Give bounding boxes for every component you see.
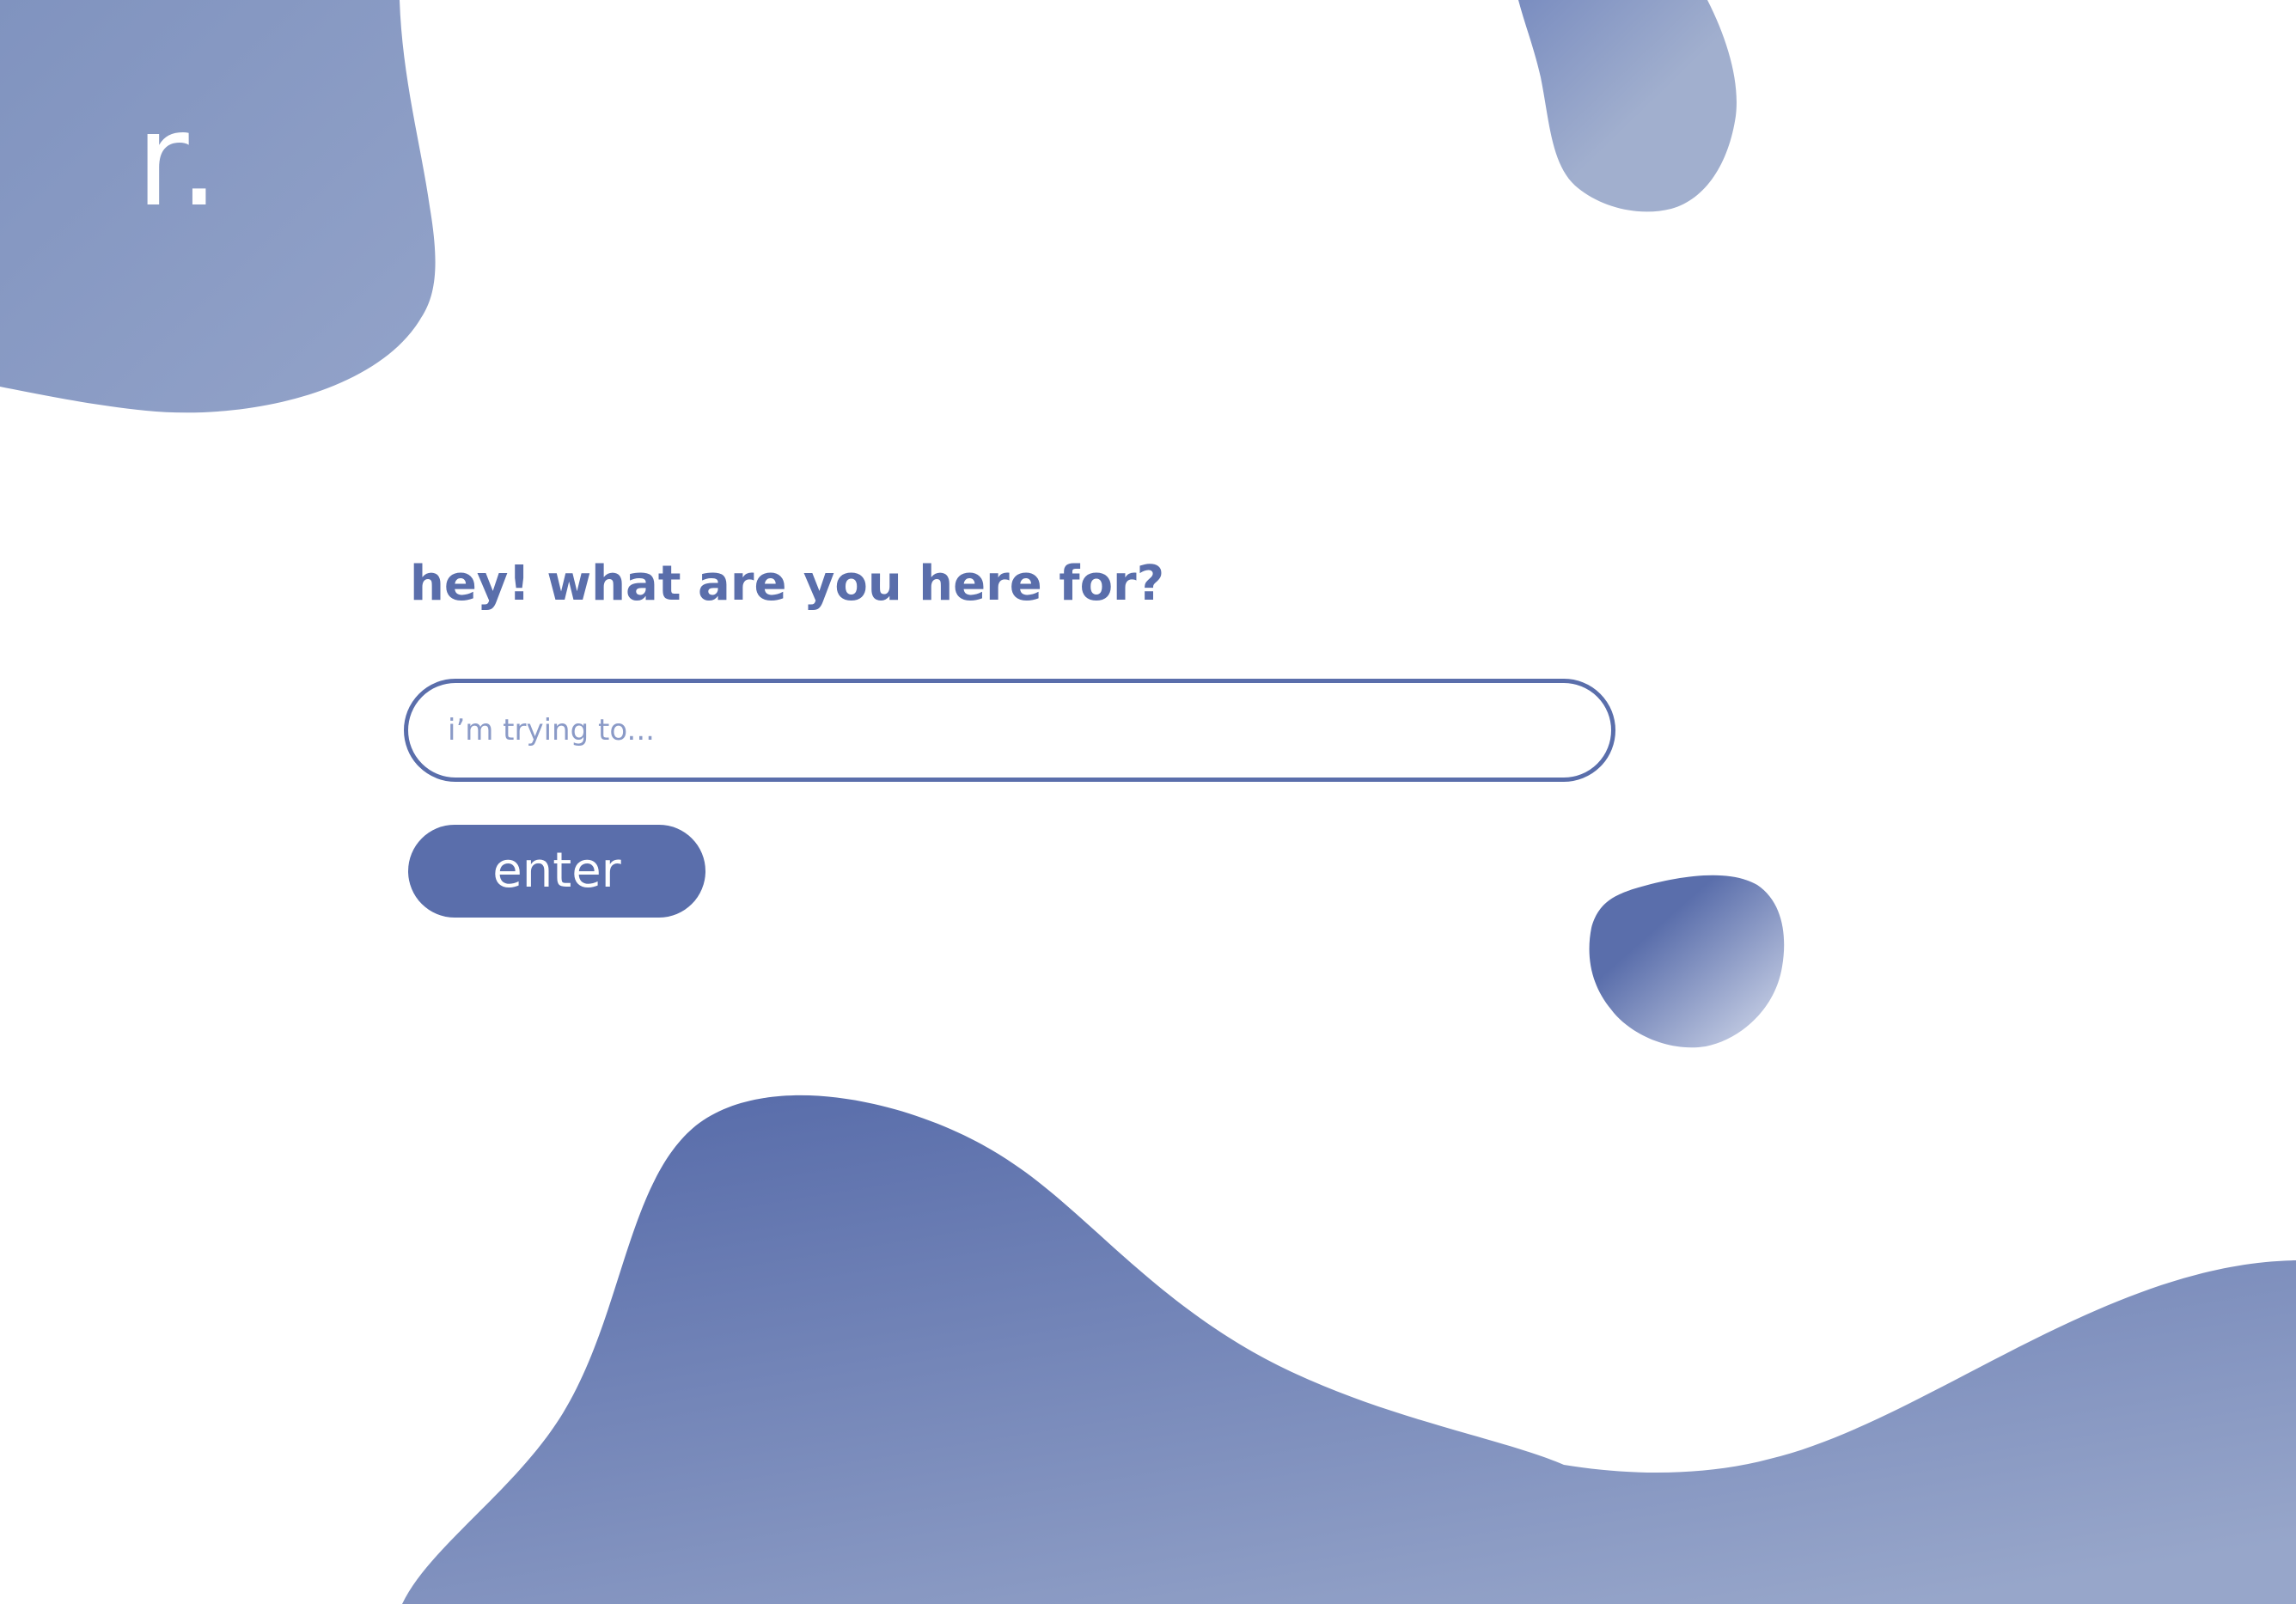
search-field[interactable]	[404, 679, 1615, 782]
bottom-wave	[402, 1095, 2296, 1604]
top-right-blob	[1518, 0, 1737, 212]
brand-logo: r.	[136, 86, 222, 235]
background-shapes	[0, 0, 2296, 1604]
small-floating-blob	[1589, 875, 1785, 1048]
page-heading: hey! what are you here for?	[410, 556, 1165, 612]
search-input[interactable]	[448, 683, 1565, 778]
enter-button[interactable]: enter	[408, 825, 705, 918]
